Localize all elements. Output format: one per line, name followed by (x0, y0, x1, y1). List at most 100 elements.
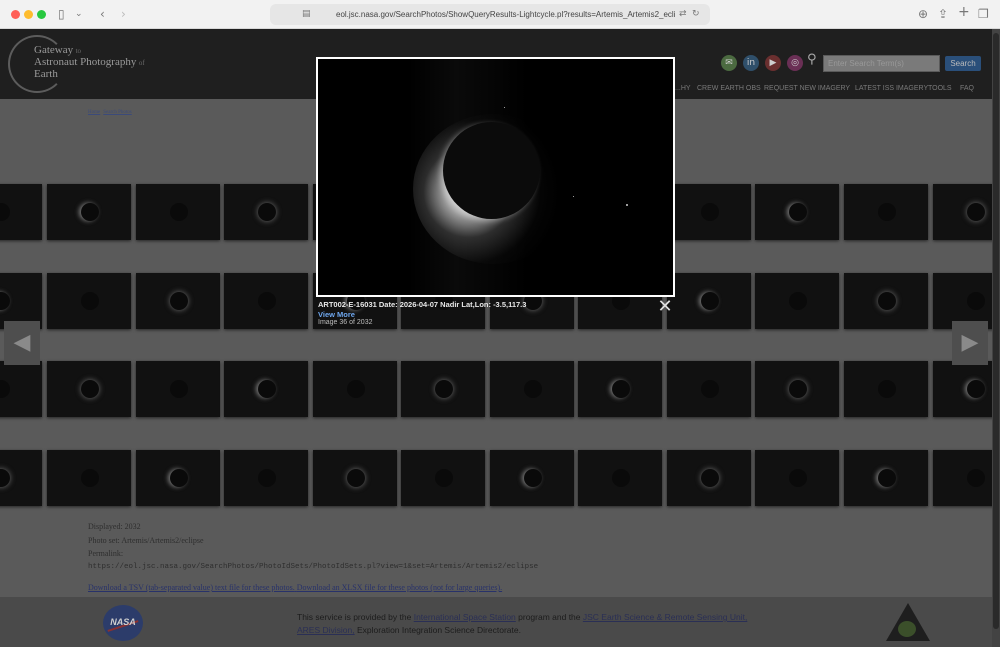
photo-thumbnail[interactable] (490, 450, 574, 506)
download-tsv-link[interactable]: Download a TSV (tab-separated value) tex… (88, 583, 295, 592)
nav-item-tools[interactable]: TOOLS (928, 85, 952, 92)
photo-thumbnail[interactable] (578, 361, 662, 417)
photo-thumbnail[interactable] (224, 273, 308, 329)
photo-thumbnail[interactable] (755, 184, 839, 240)
photo-thumbnail[interactable] (667, 361, 751, 417)
photo-thumbnail[interactable] (47, 450, 131, 506)
download-xlsx-link[interactable]: Download an XLSX file for these photos (… (297, 583, 502, 592)
photo-thumbnail[interactable] (224, 450, 308, 506)
view-more-link[interactable]: View More (318, 310, 355, 319)
photo-thumbnail[interactable] (667, 273, 751, 329)
nav-item-request-new-imagery[interactable]: REQUEST NEW IMAGERY (764, 85, 850, 92)
next-arrow-icon[interactable]: ▶ (952, 321, 988, 365)
search-icon[interactable]: ⚲ (807, 52, 817, 67)
star (626, 204, 628, 206)
image-counter: Image 36 of 2032 (318, 319, 373, 326)
back-icon[interactable]: ‹ (100, 7, 105, 21)
new-tab-icon[interactable]: + (958, 5, 970, 19)
instagram-icon[interactable]: ◎ (787, 55, 803, 71)
photo-thumbnail[interactable] (0, 361, 42, 417)
nav-item-latest-iss-imagery[interactable]: LATEST ISS IMAGERY (855, 85, 928, 92)
photo-thumbnail[interactable] (224, 184, 308, 240)
photo-thumbnail[interactable] (933, 450, 1000, 506)
jsc-link[interactable]: JSC Earth Science & Remote Sensing Unit, (583, 612, 747, 622)
download-links: Download a TSV (tab-separated value) tex… (88, 583, 502, 592)
scrollbar[interactable] (992, 29, 1000, 647)
photo-thumbnail[interactable] (401, 361, 485, 417)
search-button[interactable]: Search (945, 56, 981, 71)
share-icon[interactable]: ⇪ (938, 7, 948, 21)
photo-thumbnail[interactable] (933, 361, 1000, 417)
photo-thumbnail[interactable] (47, 361, 131, 417)
photo-thumbnail[interactable] (47, 273, 131, 329)
photo-thumbnail[interactable] (933, 184, 1000, 240)
photo-thumbnail[interactable] (0, 450, 42, 506)
scrollbar-thumb[interactable] (993, 33, 999, 629)
permalink-url[interactable]: https://eol.jsc.nasa.gov/SearchPhotos/Ph… (88, 563, 538, 571)
photo-thumbnail[interactable] (578, 450, 662, 506)
lightbox-caption: ART002-E-16031 Date: 2026-04-07 Nadir La… (318, 300, 527, 309)
photo-thumbnail[interactable] (401, 450, 485, 506)
breadcrumb-search-photos[interactable]: Search Photos (103, 110, 131, 115)
photo-set: Photo set: Artemis/Artemis2/eclipse (88, 536, 204, 545)
youtube-icon[interactable]: ▶ (765, 55, 781, 71)
star (504, 107, 505, 108)
maximize-window-button[interactable] (37, 10, 46, 19)
tab-overview-icon[interactable]: ❐ (978, 7, 989, 21)
photo-thumbnail[interactable] (755, 450, 839, 506)
translate-icon[interactable]: ⇄ (679, 7, 687, 21)
email-icon[interactable]: ✉ (721, 55, 737, 71)
thumbnail-eclipse (81, 203, 99, 221)
photo-thumbnail[interactable] (0, 184, 42, 240)
photo-thumbnail[interactable] (136, 273, 220, 329)
photo-thumbnail[interactable] (224, 361, 308, 417)
previous-arrow-icon[interactable]: ◀ (4, 321, 40, 365)
photo-thumbnail[interactable] (47, 184, 131, 240)
nasa-logo[interactable]: NASA (103, 605, 143, 641)
thumbnail-eclipse (524, 469, 542, 487)
thumbnail-eclipse (81, 469, 99, 487)
breadcrumb-home[interactable]: Home (88, 110, 100, 115)
photo-thumbnail[interactable] (136, 450, 220, 506)
ares-logo-emblem (898, 621, 916, 637)
minimize-window-button[interactable] (24, 10, 33, 19)
ares-link[interactable]: ARES Division, (297, 625, 355, 635)
eclipsed-moon (443, 122, 540, 219)
close-icon[interactable]: ✕ (655, 297, 675, 317)
linkedin-icon[interactable]: in (743, 55, 759, 71)
site-logo[interactable]: Gateway to Astronaut Photography of Eart… (34, 45, 145, 80)
reader-icon[interactable]: ▤ (302, 7, 311, 21)
download-icon[interactable]: ⊕ (918, 7, 928, 21)
photo-thumbnail[interactable] (313, 361, 397, 417)
photo-thumbnail[interactable] (844, 361, 928, 417)
address-bar[interactable]: ▤ eol.jsc.nasa.gov/SearchPhotos/ShowQuer… (270, 4, 710, 25)
photo-thumbnail[interactable] (844, 184, 928, 240)
thumbnail-eclipse (0, 292, 10, 310)
photo-thumbnail[interactable] (490, 361, 574, 417)
photo-thumbnail[interactable] (844, 450, 928, 506)
url-text[interactable]: eol.jsc.nasa.gov/SearchPhotos/ShowQueryR… (336, 4, 676, 25)
thumbnail-eclipse (0, 380, 10, 398)
nasa-logo-text: NASA (110, 617, 136, 627)
sidebar-icon[interactable]: ▯ (58, 7, 65, 21)
photo-thumbnail[interactable] (755, 273, 839, 329)
nav-item-faq[interactable]: FAQ (960, 85, 974, 92)
nav-item-0[interactable]: ...HY (675, 85, 691, 92)
iss-link[interactable]: International Space Station (414, 612, 516, 622)
photo-thumbnail[interactable] (755, 361, 839, 417)
photo-thumbnail[interactable] (136, 184, 220, 240)
photo-thumbnail[interactable] (136, 361, 220, 417)
nav-item-crew-earth-obs[interactable]: CREW EARTH OBS (697, 85, 761, 92)
close-window-button[interactable] (11, 10, 20, 19)
photo-thumbnail[interactable] (667, 450, 751, 506)
reload-icon[interactable]: ↻ (692, 7, 700, 21)
lightbox-image[interactable] (316, 57, 675, 297)
photo-thumbnail[interactable] (667, 184, 751, 240)
forward-icon[interactable]: › (121, 7, 126, 21)
chevron-down-icon[interactable]: ⌄ (75, 7, 83, 21)
search-input[interactable]: Enter Search Term(s) (823, 55, 940, 72)
photo-thumbnail[interactable] (844, 273, 928, 329)
thumbnail-eclipse (258, 292, 276, 310)
thumbnail-eclipse (612, 380, 630, 398)
photo-thumbnail[interactable] (313, 450, 397, 506)
